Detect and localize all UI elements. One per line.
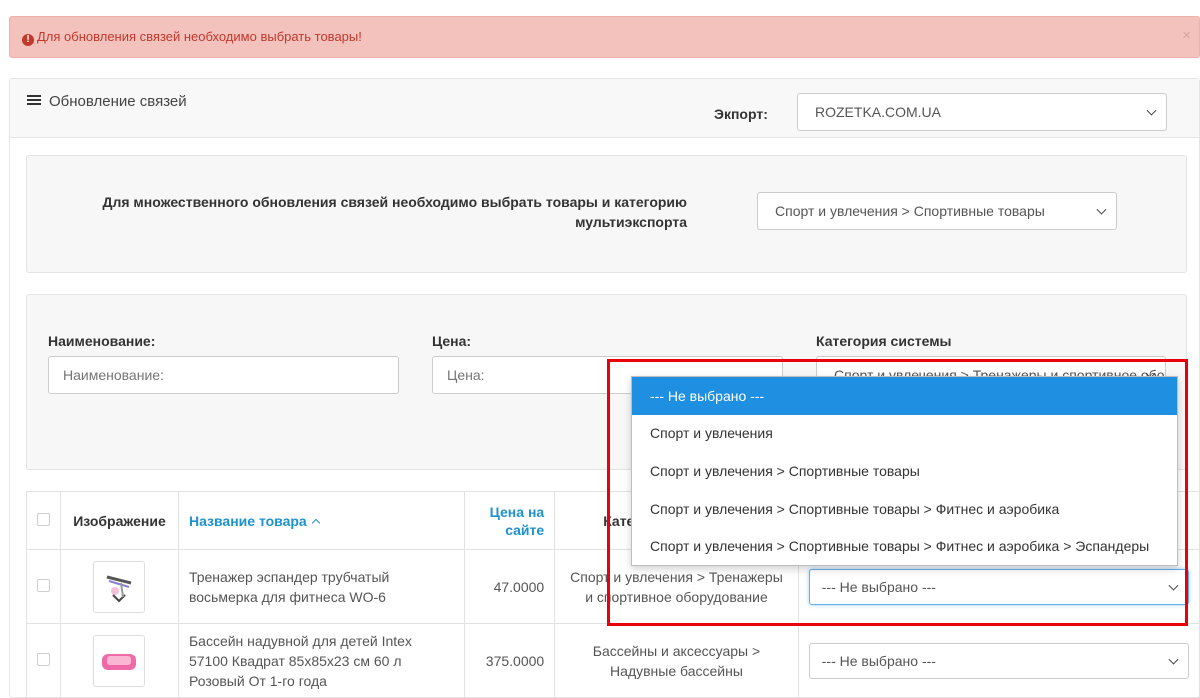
export-category-select[interactable]: --- Не выбрано --- [808,568,1189,605]
dropdown-option[interactable]: Спорт и увлечения > Спортивные товары [632,452,1177,490]
chevron-down-icon [1096,204,1107,215]
panel-title-text: Обновление связей [49,93,187,110]
row-checkbox[interactable] [37,578,50,592]
alert-message: Для обновления связей необходимо выбрать… [37,29,362,44]
dropdown-option[interactable]: Спорт и увлечения > Спортивные товары > … [632,527,1177,565]
select-all-checkbox[interactable] [37,512,50,526]
chevron-down-icon [1146,105,1157,116]
select-all-cell [26,491,61,550]
row-checkbox[interactable] [37,652,50,666]
row-checkbox-cell [26,623,61,698]
product-thumbnail[interactable] [93,560,146,613]
expander-product-image [107,575,132,602]
header-image: Изображение [60,491,179,550]
bulk-category-value: Спорт и увлечения > Спортивные товары [775,203,1045,219]
list-icon [27,93,41,107]
sort-name-link[interactable]: Название товара [189,513,307,529]
price-filter-label: Цена: [432,333,472,349]
bulk-category-select[interactable]: Спорт и увлечения > Спортивные товары [757,192,1117,230]
export-select-value: ROZETKA.COM.UA [815,104,942,120]
exclamation-icon: ! [22,34,34,46]
export-category-dropdown: --- Не выбрано --- Спорт и увлечения Спо… [631,376,1178,566]
product-name-cell: Тренажер эспандер трубчатый восьмерка дл… [177,549,466,624]
dropdown-option[interactable]: Спорт и увлечения [632,415,1177,453]
chevron-down-icon [1168,580,1179,591]
product-image-cell [60,623,179,698]
bulk-update-well: Для множественного обновления связей нео… [26,155,1187,273]
chevron-down-icon [1168,654,1179,665]
export-category-select[interactable]: --- Не выбрано --- [808,642,1189,679]
row-checkbox-cell [26,549,61,624]
sort-asc-icon [311,518,320,527]
error-alert: ! Для обновления связей необходимо выбрат… [9,16,1200,58]
product-name-cell: Бассейн надувной для детей Intex 57100 К… [177,623,466,698]
product-category-cell: Бассейны и аксессуары > Надувные бассейн… [554,623,799,698]
export-category-cell: --- Не выбрано --- [797,623,1200,698]
name-filter-label: Наименование: [48,333,156,349]
table-row: Бассейн надувной для детей Intex 57100 К… [26,623,1200,698]
panel-title: Обновление связей [27,93,187,110]
name-filter-input[interactable] [48,356,399,394]
product-price-cell: 47.0000 [464,549,556,624]
pool-product-image [102,653,137,670]
export-category-value: --- Не выбрано --- [821,578,936,595]
product-price-cell: 375.0000 [464,623,556,698]
product-image-cell [60,549,179,624]
product-thumbnail[interactable] [93,634,146,687]
system-category-label: Категория системы [816,333,952,349]
dropdown-option[interactable]: Спорт и увлечения > Спортивные товары > … [632,490,1177,528]
dropdown-option[interactable]: --- Не выбрано --- [632,377,1177,415]
close-icon[interactable]: × [1182,27,1191,44]
bulk-instruction: Для множественного обновления связей нео… [102,194,687,230]
export-category-value: --- Не выбрано --- [821,652,936,669]
header-price[interactable]: Цена на сайте [464,491,556,550]
header-name[interactable]: Название товара [177,491,466,550]
panel-heading: Обновление связей Экпорт: ROZETKA.COM.UA [10,79,1199,138]
export-select[interactable]: ROZETKA.COM.UA [797,93,1167,131]
export-label: Экпорт: [714,106,768,122]
sort-price-link[interactable]: Цена на сайте [490,504,545,538]
